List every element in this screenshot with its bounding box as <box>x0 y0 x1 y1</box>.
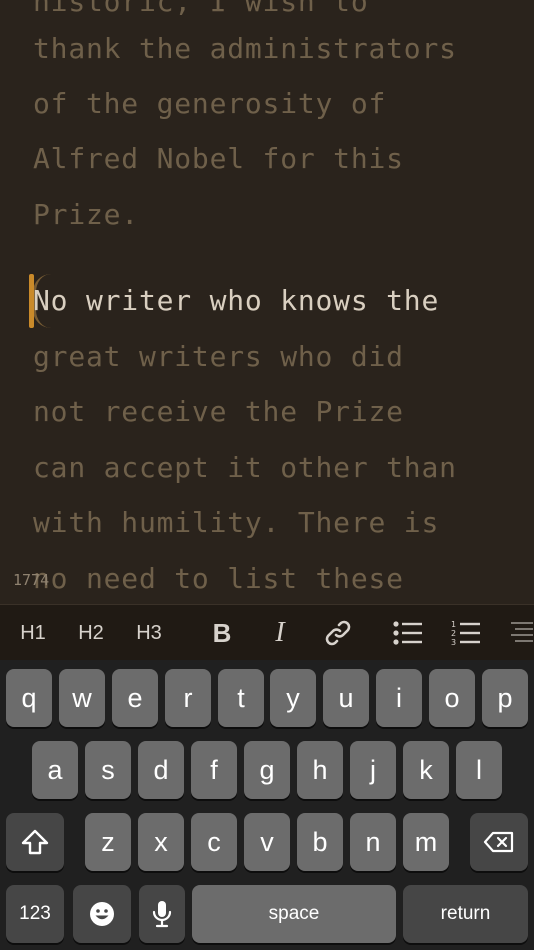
key-o[interactable]: o <box>429 669 475 727</box>
numbers-key[interactable]: 123 <box>6 885 64 943</box>
character-count: 1774 <box>13 571 50 589</box>
key-f[interactable]: f <box>191 741 237 799</box>
numbered-list-icon: 1 2 3 <box>451 620 480 647</box>
active-text-line: No writer who knows the <box>33 284 440 317</box>
key-r[interactable]: r <box>165 669 211 727</box>
svg-text:2: 2 <box>451 629 456 638</box>
key-g[interactable]: g <box>244 741 290 799</box>
svg-text:3: 3 <box>451 638 456 647</box>
key-k[interactable]: k <box>403 741 449 799</box>
key-s[interactable]: s <box>85 741 131 799</box>
microphone-icon <box>152 901 172 928</box>
heading2-button[interactable]: H2 <box>71 605 111 661</box>
text-line: no need to list these <box>33 562 404 595</box>
key-v[interactable]: v <box>244 813 290 871</box>
text-line: historic, I wish to <box>33 0 369 18</box>
shift-icon <box>21 829 49 855</box>
text-line: Alfred Nobel for this <box>33 142 404 175</box>
bold-button[interactable]: B <box>202 605 242 661</box>
editor[interactable]: historic, I wish to thank the administra… <box>0 0 534 604</box>
key-d[interactable]: d <box>138 741 184 799</box>
key-l[interactable]: l <box>456 741 502 799</box>
key-b[interactable]: b <box>297 813 343 871</box>
key-m[interactable]: m <box>403 813 449 871</box>
key-q[interactable]: q <box>6 669 52 727</box>
key-y[interactable]: y <box>270 669 316 727</box>
heading3-button[interactable]: H3 <box>129 605 169 661</box>
heading1-button[interactable]: H1 <box>13 605 53 661</box>
emoji-key[interactable] <box>73 885 131 943</box>
text-line: with humility. There is <box>33 506 440 539</box>
key-t[interactable]: t <box>218 669 264 727</box>
numbered-list-button[interactable]: 1 2 3 <box>446 605 486 661</box>
text-line: Prize. <box>33 198 139 231</box>
key-w[interactable]: w <box>59 669 105 727</box>
text-line: thank the administrators <box>33 32 457 65</box>
bullet-list-button[interactable] <box>388 605 428 661</box>
text-line: great writers who did <box>33 340 404 373</box>
emoji-icon <box>90 902 114 926</box>
key-j[interactable]: j <box>350 741 396 799</box>
bullet-list-icon <box>393 621 422 645</box>
svg-text:1: 1 <box>451 620 456 629</box>
align-icon <box>511 622 533 642</box>
key-z[interactable]: z <box>85 813 131 871</box>
link-button[interactable] <box>318 605 358 661</box>
text-line: not receive the Prize <box>33 395 404 428</box>
key-i[interactable]: i <box>376 669 422 727</box>
backspace-icon <box>483 831 514 853</box>
key-u[interactable]: u <box>323 669 369 727</box>
format-toolbar: H1 H2 H3 B I 1 2 3 <box>0 604 534 661</box>
key-a[interactable]: a <box>32 741 78 799</box>
key-p[interactable]: p <box>482 669 528 727</box>
shift-key[interactable] <box>6 813 64 871</box>
return-key[interactable]: return <box>403 885 528 943</box>
space-key[interactable]: space <box>192 885 396 943</box>
align-button[interactable] <box>506 605 534 661</box>
key-n[interactable]: n <box>350 813 396 871</box>
keyboard: q w e r t y u i o p a s d f g h j k l z … <box>0 660 534 950</box>
italic-button[interactable]: I <box>260 605 300 661</box>
dictation-key[interactable] <box>139 885 185 943</box>
key-h[interactable]: h <box>297 741 343 799</box>
backspace-key[interactable] <box>470 813 528 871</box>
key-c[interactable]: c <box>191 813 237 871</box>
key-e[interactable]: e <box>112 669 158 727</box>
key-x[interactable]: x <box>138 813 184 871</box>
text-line: can accept it other than <box>33 451 457 484</box>
link-icon <box>325 620 351 646</box>
text-line: of the generosity of <box>33 87 387 120</box>
